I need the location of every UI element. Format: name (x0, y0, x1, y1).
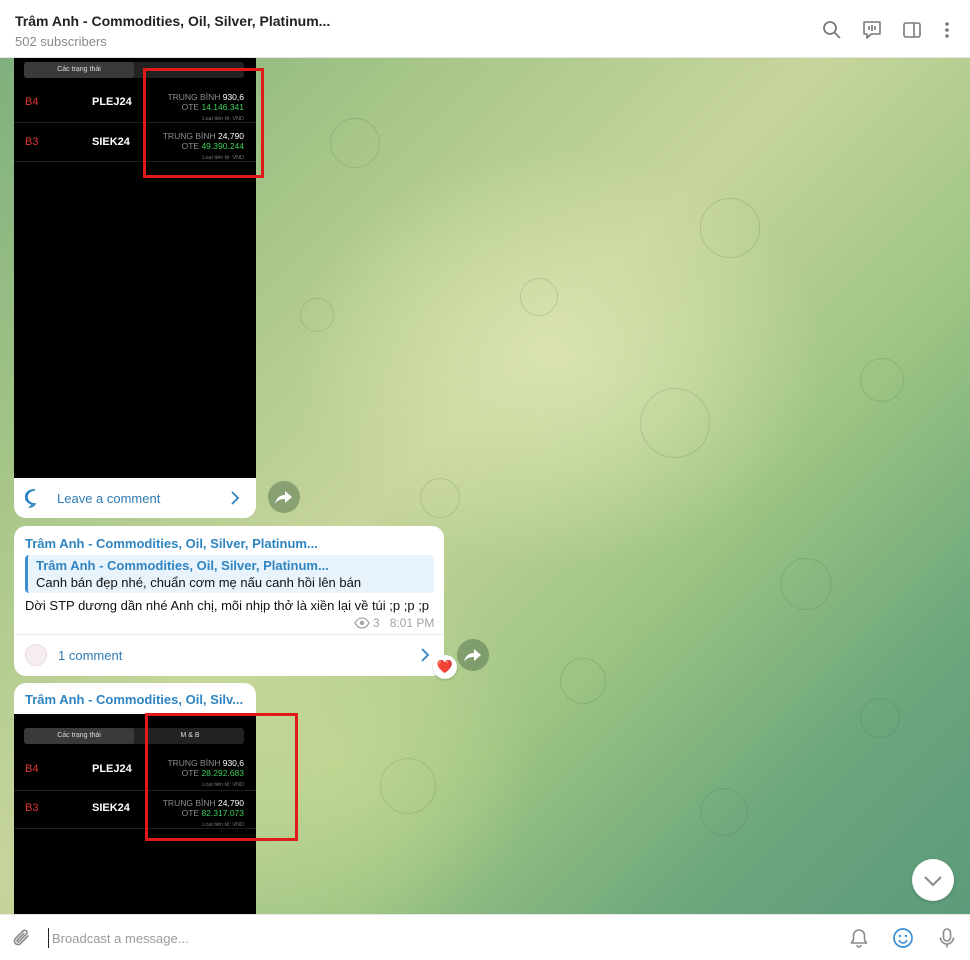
attach-icon[interactable] (11, 927, 33, 949)
message-bubble[interactable]: Trâm Anh - Commodities, Oil, Silver, Pla… (14, 526, 444, 676)
position-symbol: SIEK24 (92, 136, 130, 148)
message-meta: 3 8:01 PM (354, 616, 434, 630)
position-symbol: PLEJ24 (92, 763, 132, 775)
chat-header: Trâm Anh - Commodities, Oil, Silver, Pla… (0, 0, 970, 58)
wallpaper-doodle (560, 658, 606, 704)
view-count: 3 (373, 616, 380, 630)
wallpaper-doodle (860, 358, 904, 402)
highlight-box (143, 68, 264, 178)
position-symbol: SIEK24 (92, 802, 130, 814)
message-input[interactable] (48, 928, 648, 948)
wallpaper-doodle (420, 478, 460, 518)
scroll-down-button[interactable] (912, 859, 954, 901)
discussion-icon[interactable] (862, 20, 882, 40)
message-author[interactable]: Trâm Anh - Commodities, Oil, Silver, Pla… (25, 536, 318, 551)
reply-quote[interactable]: Trâm Anh - Commodities, Oil, Silver, Pla… (25, 555, 434, 593)
share-button[interactable] (268, 481, 300, 513)
position-side: B3 (25, 136, 39, 148)
search-icon[interactable] (822, 20, 842, 40)
position-side: B4 (25, 763, 39, 775)
chevron-right-icon (421, 648, 430, 662)
image-tab-states: Các trạng thái (24, 728, 134, 744)
eye-icon (354, 617, 370, 629)
chat-area[interactable]: Các trạng thái B4 PLEJ24 TRUNG BÌNH 930,… (0, 58, 970, 914)
wallpaper-doodle (640, 388, 710, 458)
wallpaper-doodle (700, 788, 748, 836)
chevron-right-icon (231, 491, 240, 505)
emoji-icon[interactable] (892, 927, 914, 949)
share-icon (275, 491, 292, 504)
reaction-badge[interactable]: ❤️ (433, 655, 457, 679)
comments-link[interactable]: 1 comment (25, 644, 122, 666)
leave-comment-link[interactable]: Leave a comment (25, 488, 160, 508)
wallpaper-doodle (520, 278, 558, 316)
image-tab-states: Các trạng thái (24, 62, 134, 78)
sidebar-toggle-icon[interactable] (902, 20, 922, 40)
message-text: Dời STP dương dần nhé Anh chị, mõi nhịp … (25, 598, 430, 613)
comment-icon (25, 489, 37, 508)
more-vertical-icon[interactable] (937, 20, 957, 40)
commenter-avatar (25, 644, 47, 666)
channel-title[interactable]: Trâm Anh - Commodities, Oil, Silver, Pla… (15, 13, 330, 29)
microphone-icon[interactable] (936, 927, 958, 949)
wallpaper-doodle (330, 118, 380, 168)
message-author[interactable]: Trâm Anh - Commodities, Oil, Silv... (25, 692, 243, 707)
wallpaper-doodle (780, 558, 832, 610)
wallpaper-doodle (860, 698, 900, 738)
subscriber-count: 502 subscribers (15, 34, 107, 49)
message-time: 8:01 PM (389, 616, 435, 630)
composer (0, 914, 970, 960)
comment-bar[interactable]: Leave a comment (14, 478, 256, 518)
share-button[interactable] (457, 639, 489, 671)
chevron-down-icon (924, 876, 942, 887)
wallpaper-doodle (300, 298, 334, 332)
wallpaper-doodle (700, 198, 760, 258)
leave-comment-label: Leave a comment (57, 490, 161, 506)
position-side: B4 (25, 96, 39, 108)
share-icon (464, 649, 481, 662)
message-bubble-header: Trâm Anh - Commodities, Oil, Silv... (14, 683, 256, 715)
position-symbol: PLEJ24 (92, 96, 132, 108)
bell-icon[interactable] (848, 927, 870, 949)
reply-text: Canh bán đẹp nhé, chuẩn cơm mẹ nấu canh … (36, 575, 362, 590)
divider (14, 634, 444, 635)
comments-label: 1 comment (58, 647, 123, 663)
reply-author: Trâm Anh - Commodities, Oil, Silver, Pla… (36, 558, 329, 573)
position-side: B3 (25, 802, 39, 814)
wallpaper-doodle (380, 758, 436, 814)
highlight-box (145, 713, 298, 841)
